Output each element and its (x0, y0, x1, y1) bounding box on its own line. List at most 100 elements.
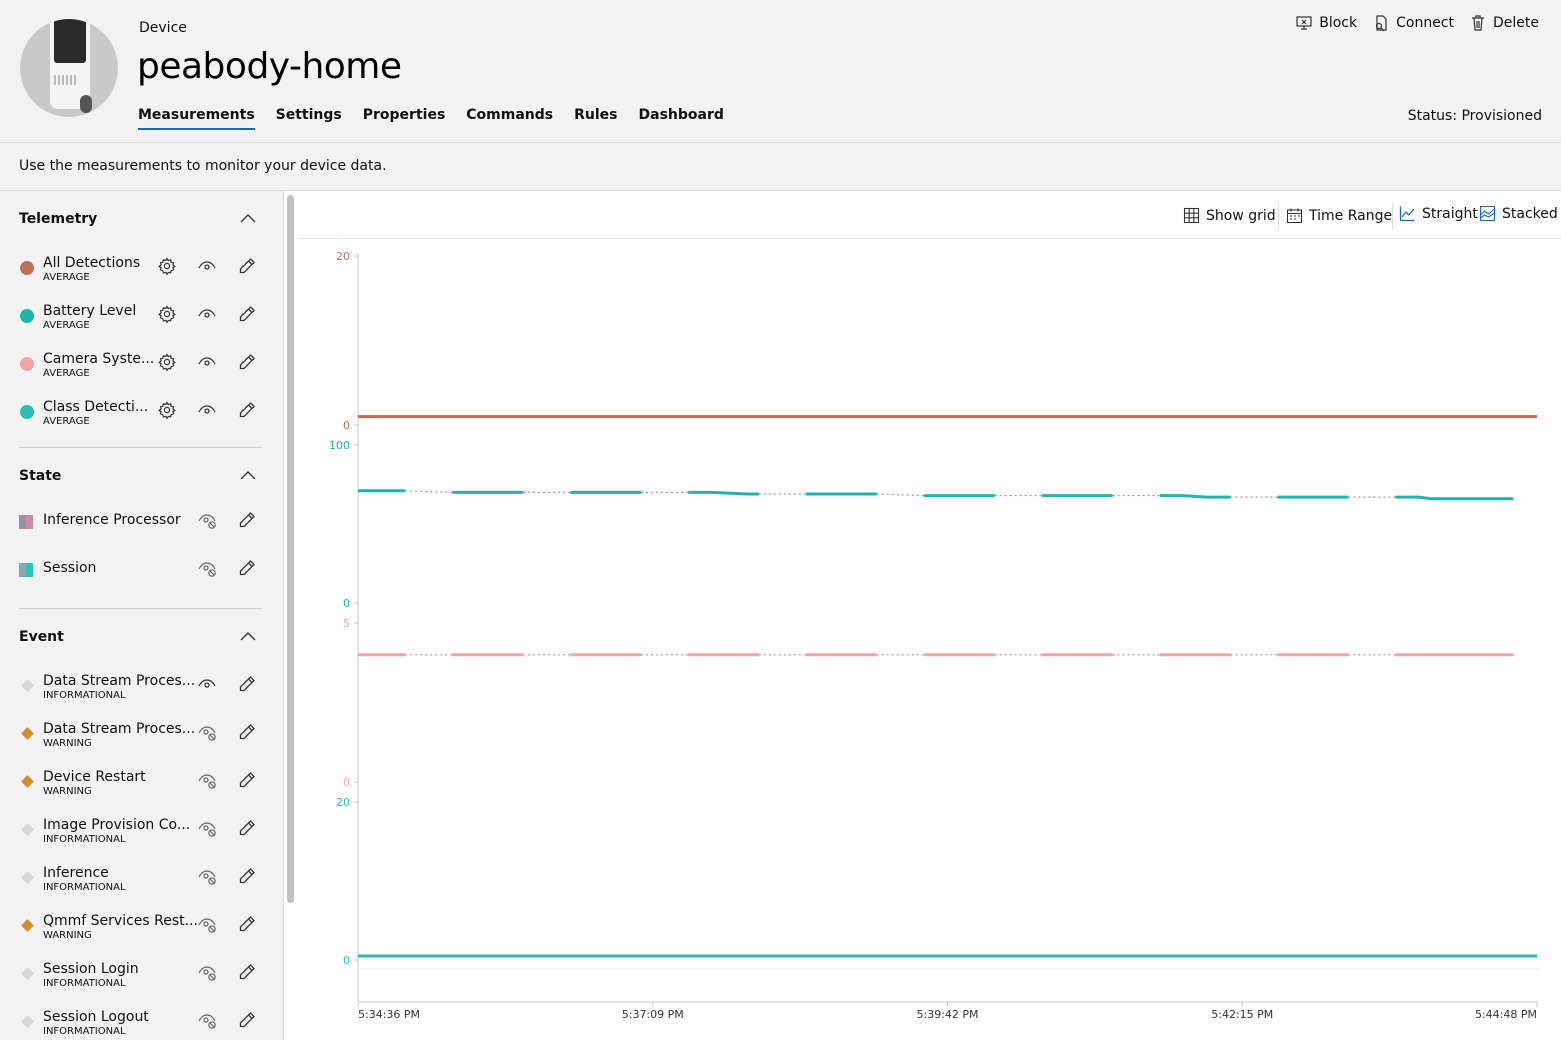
device-label: Device (139, 20, 187, 36)
pencil-icon[interactable] (237, 256, 257, 276)
device-avatar (20, 19, 118, 117)
pencil-icon[interactable] (237, 352, 257, 372)
eye-hidden-icon[interactable] (197, 818, 217, 838)
event-name: Qmmf Services Rest... (43, 913, 199, 929)
state-item-inference-processor[interactable]: Inference Processor (0, 512, 283, 556)
eye-hidden-icon[interactable] (197, 722, 217, 742)
state-title: State (19, 468, 62, 484)
event-section-header[interactable]: Event (19, 626, 263, 646)
chevron-up-icon[interactable] (239, 469, 257, 481)
telemetry-item-all-detections[interactable]: All Detections AVERAGE (0, 255, 283, 299)
series-color-dot (20, 309, 34, 323)
tab-measurements[interactable]: Measurements (138, 107, 255, 130)
eye-icon[interactable] (197, 352, 217, 372)
chevron-up-icon[interactable] (239, 630, 257, 642)
pencil-icon[interactable] (237, 914, 257, 934)
time-range-label: Time Range (1309, 207, 1393, 224)
event-item[interactable]: Inference INFORMATIONAL (0, 865, 283, 909)
eye-hidden-icon[interactable] (197, 962, 217, 982)
connect-button[interactable]: Connect (1372, 14, 1454, 32)
event-severity-marker (21, 727, 34, 740)
event-severity-marker (21, 1015, 34, 1028)
tab-commands[interactable]: Commands (466, 107, 553, 130)
straight-button[interactable]: Straight (1399, 205, 1478, 222)
area-chart-icon (1479, 205, 1496, 222)
event-item[interactable]: Qmmf Services Rest... WARNING (0, 913, 283, 957)
pencil-icon[interactable] (237, 962, 257, 982)
eye-hidden-icon[interactable] (197, 1010, 217, 1030)
block-button[interactable]: Block (1295, 14, 1357, 32)
state-section-header[interactable]: State (19, 465, 263, 485)
eye-hidden-icon[interactable] (197, 770, 217, 790)
event-item[interactable]: Session Login INFORMATIONAL (0, 961, 283, 1005)
chevron-up-icon[interactable] (239, 212, 257, 224)
eye-icon[interactable] (197, 304, 217, 324)
telemetry-section-header[interactable]: Telemetry (19, 208, 263, 228)
state-item-session[interactable]: Session (0, 560, 283, 604)
series-color-dot (20, 261, 34, 275)
event-name: Session Login (43, 961, 139, 977)
delete-button[interactable]: Delete (1469, 14, 1539, 32)
gear-icon[interactable] (157, 352, 177, 372)
event-title: Event (19, 629, 64, 645)
pencil-icon[interactable] (237, 1010, 257, 1030)
gear-icon[interactable] (157, 304, 177, 324)
pencil-icon[interactable] (237, 866, 257, 886)
event-severity: WARNING (43, 930, 92, 941)
trash-icon (1472, 15, 1484, 31)
show-grid-button[interactable]: Show grid (1183, 207, 1276, 224)
gear-icon[interactable] (157, 400, 177, 420)
sidebar-scrollbar[interactable] (287, 195, 294, 903)
section-divider (19, 608, 263, 609)
event-item[interactable]: Data Stream Proces... WARNING (0, 721, 283, 765)
x-tick-label: 5:42:15 PM (1211, 1008, 1273, 1021)
pencil-icon[interactable] (237, 770, 257, 790)
tab-settings[interactable]: Settings (276, 107, 342, 130)
event-name: Image Provision Co... (43, 817, 191, 833)
connect-icon (1376, 15, 1387, 32)
info-bar: Use the measurements to monitor your dev… (0, 143, 1561, 191)
y-tick-label: 0 (343, 419, 350, 432)
event-item[interactable]: Session Logout INFORMATIONAL (0, 1009, 283, 1040)
stacked-button[interactable]: Stacked (1479, 205, 1558, 222)
pencil-icon[interactable] (237, 400, 257, 420)
straight-label: Straight (1422, 205, 1478, 222)
eye-hidden-icon[interactable] (197, 866, 217, 886)
eye-icon[interactable] (197, 256, 217, 276)
pencil-icon[interactable] (237, 722, 257, 742)
device-name: peabody-home (137, 46, 402, 87)
gear-icon[interactable] (157, 256, 177, 276)
stacked-telemetry-chart: 2001000502005:34:36 PM 5:37:09 PM 5:39:42 … (329, 250, 1541, 1021)
pencil-icon[interactable] (237, 818, 257, 838)
telemetry-item-battery-level[interactable]: Battery Level AVERAGE (0, 303, 283, 347)
info-text: Use the measurements to monitor your dev… (19, 158, 387, 174)
eye-icon[interactable] (197, 674, 217, 694)
tab-properties[interactable]: Properties (363, 107, 446, 130)
eye-hidden-icon[interactable] (197, 558, 217, 578)
telemetry-aggregation: AVERAGE (43, 320, 90, 331)
pencil-icon[interactable] (237, 510, 257, 530)
telemetry-item-camera-system[interactable]: Camera Syste... AVERAGE (0, 351, 283, 395)
eye-icon[interactable] (197, 400, 217, 420)
pencil-icon[interactable] (237, 558, 257, 578)
tab-rules[interactable]: Rules (574, 107, 617, 130)
chart-toolbar: Show grid Time Range Straight Stacked (299, 191, 1561, 239)
header-actions: Block Connect Delete (1295, 14, 1539, 32)
pencil-icon[interactable] (237, 304, 257, 324)
time-range-button[interactable]: Time Range (1286, 207, 1392, 224)
data-gap-connector (405, 490, 453, 493)
telemetry-aggregation: AVERAGE (43, 368, 90, 379)
eye-hidden-icon[interactable] (197, 914, 217, 934)
telemetry-name: Class Detecti... (43, 399, 149, 415)
eye-hidden-icon[interactable] (197, 510, 217, 530)
tab-dashboard[interactable]: Dashboard (639, 107, 724, 130)
x-tick-label: 5:44:48 PM (1475, 1008, 1537, 1021)
event-severity: INFORMATIONAL (43, 882, 126, 893)
telemetry-item-class-detection[interactable]: Class Detecti... AVERAGE (0, 399, 283, 443)
tab-bar: Measurements Settings Properties Command… (138, 107, 724, 130)
event-item[interactable]: Device Restart WARNING (0, 769, 283, 813)
pencil-icon[interactable] (237, 674, 257, 694)
event-item[interactable]: Data Stream Proces... INFORMATIONAL (0, 673, 283, 717)
event-item[interactable]: Image Provision Co... INFORMATIONAL (0, 817, 283, 861)
event-severity: INFORMATIONAL (43, 834, 126, 845)
